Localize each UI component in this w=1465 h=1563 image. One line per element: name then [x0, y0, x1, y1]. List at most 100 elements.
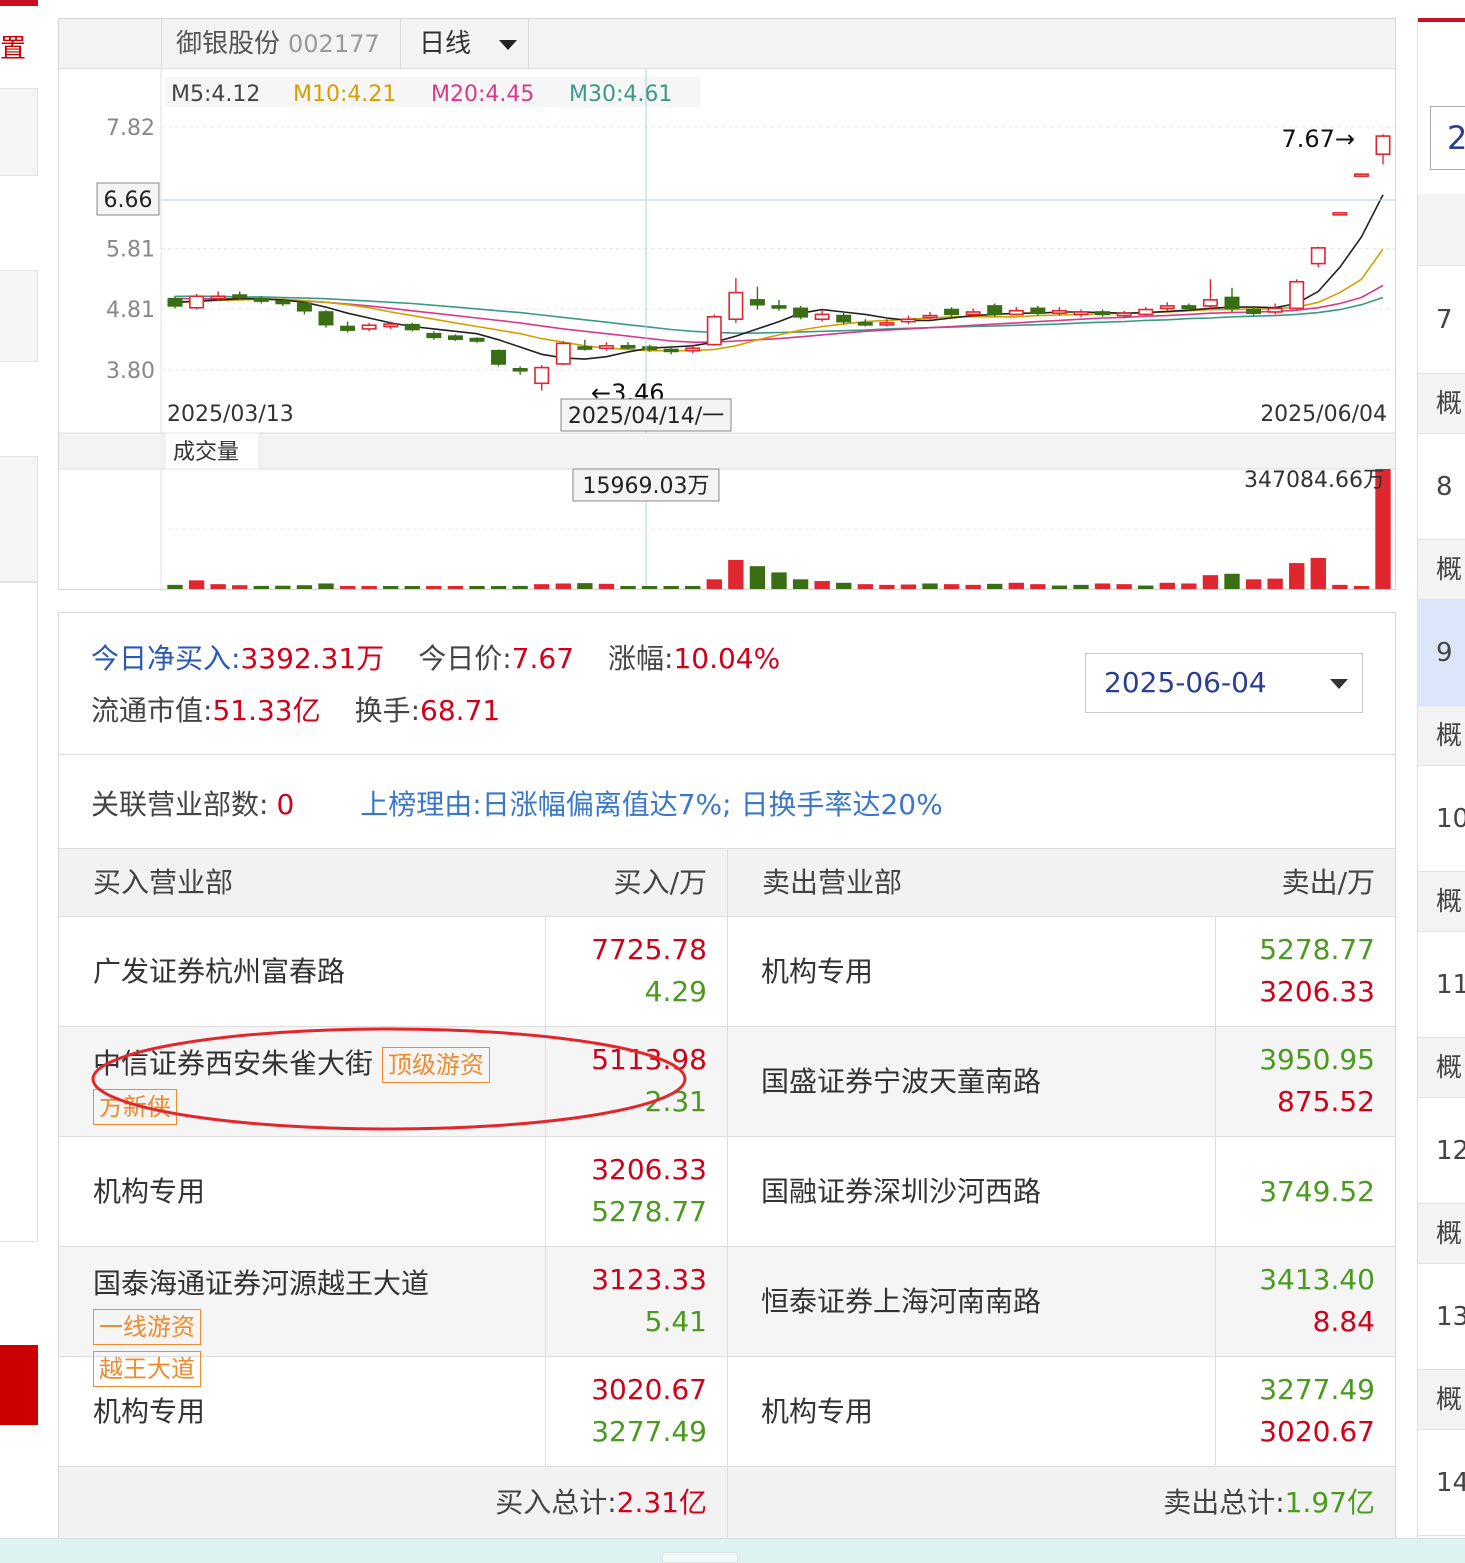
date-select-value: 2025-06-04	[1104, 666, 1267, 699]
turnover-value: 68.71	[420, 694, 501, 727]
candle-body	[836, 314, 852, 323]
volume-bar	[1094, 583, 1111, 589]
candle-body	[1030, 307, 1046, 314]
buy-branch-name[interactable]: 国泰海通证券河源越王大道	[93, 1267, 429, 1300]
buy-branch-cell[interactable]: 机构专用	[59, 1357, 545, 1467]
sell-amount-header: 卖出/万	[1281, 866, 1375, 899]
candle-body	[1246, 308, 1262, 314]
sell-amount-top: 5278.77	[1259, 933, 1375, 966]
candle-body	[1095, 311, 1111, 316]
sell-branch-cell[interactable]: 机构专用	[727, 917, 1215, 1027]
sell-total-value: 1.97亿	[1284, 1486, 1375, 1519]
buy-header-row: 买入营业部 买入/万	[59, 849, 727, 917]
sell-branch-name[interactable]: 国融证券深圳沙河西路	[761, 1175, 1041, 1208]
candle-body	[275, 300, 291, 305]
right-page-input[interactable]: 2	[1430, 106, 1465, 170]
candle-body	[167, 297, 183, 307]
volume-bar	[598, 583, 615, 589]
sell-branch-header: 卖出营业部	[762, 866, 903, 899]
left-nav-item[interactable]	[0, 88, 38, 176]
volume-bar	[965, 584, 981, 589]
candle-body	[749, 299, 765, 306]
buy-amount-cell: 7725.78 4.29	[545, 917, 707, 1027]
volume-title: 成交量	[173, 440, 239, 465]
right-nav-item[interactable]: 概	[1418, 540, 1465, 600]
buy-branch-cell[interactable]: 机构专用	[59, 1137, 545, 1247]
volume-bar	[469, 586, 485, 589]
candle-body	[642, 346, 658, 351]
sell-branch-name[interactable]: 机构专用	[761, 1395, 873, 1428]
candle-body	[1051, 309, 1067, 314]
table-row[interactable]: 机构专用 3206.33 5278.77 国融证券深圳沙河西路 3749.52	[59, 1137, 1395, 1247]
table-row[interactable]: 机构专用 3020.67 3277.49 机构专用 3277.49 3020.67	[59, 1357, 1395, 1467]
candle-body	[1202, 299, 1218, 307]
volume-bar	[1267, 578, 1283, 589]
sell-branch-cell[interactable]: 机构专用	[727, 1357, 1215, 1467]
y-tick-label: 7.82	[106, 116, 155, 141]
volume-bar	[922, 583, 938, 589]
sell-branch-name[interactable]: 机构专用	[761, 955, 873, 988]
left-nav-item[interactable]	[0, 456, 38, 582]
right-nav-item[interactable]: 8	[1418, 434, 1465, 540]
candle-body	[555, 342, 571, 365]
sell-branch-cell[interactable]: 国融证券深圳沙河西路	[727, 1137, 1215, 1247]
candle-body	[1008, 309, 1024, 316]
branch-tag: 一线游资	[93, 1309, 201, 1345]
volume-bar	[943, 584, 960, 589]
volume-bar	[1310, 557, 1326, 589]
volume-bar	[404, 586, 420, 589]
right-nav-item[interactable]: 概	[1418, 1370, 1465, 1430]
right-nav-item[interactable]: 7	[1418, 266, 1465, 374]
volume-max-label: 347084.66万	[1244, 468, 1385, 493]
volume-bar	[426, 586, 442, 589]
right-nav-item[interactable]: 10	[1418, 766, 1465, 872]
right-nav-item[interactable]: 13	[1418, 1264, 1465, 1370]
buy-branch-cell[interactable]: 国泰海通证券河源越王大道 一线游资 越王大道	[59, 1247, 545, 1387]
table-row[interactable]: 国泰海通证券河源越王大道 一线游资 越王大道 3123.33 5.41 恒泰证券上海河南…	[59, 1247, 1395, 1387]
left-nav-item[interactable]	[0, 270, 38, 362]
volume-bar	[534, 584, 550, 589]
candle-body	[340, 325, 356, 331]
sell-branch-name[interactable]: 国盛证券宁波天童南路	[761, 1065, 1041, 1098]
right-nav-item[interactable]: 概	[1418, 1204, 1465, 1264]
candle-body	[1267, 307, 1283, 313]
right-nav-item[interactable]: 9	[1418, 600, 1465, 706]
bottom-drag-handle[interactable]	[662, 1552, 738, 1563]
buy-branch-cell[interactable]: 广发证券杭州富春路	[59, 917, 545, 1027]
candle-body	[987, 305, 1003, 316]
table-row[interactable]: 广发证券杭州富春路 7725.78 4.29 机构专用 5278.77 3206.33	[59, 917, 1395, 1027]
candle-body	[685, 347, 701, 352]
sell-branch-name[interactable]: 恒泰证券上海河南南路	[761, 1285, 1041, 1318]
sell-branch-cell[interactable]: 国盛证券宁波天童南路	[727, 1027, 1215, 1137]
left-nav-label[interactable]: 置	[0, 28, 26, 65]
right-nav-item[interactable]: 14	[1418, 1430, 1465, 1536]
volume-bar	[900, 584, 917, 589]
right-nav-item[interactable]	[1418, 194, 1465, 266]
buy-branch-name[interactable]: 机构专用	[93, 1395, 205, 1428]
volume-bar	[232, 585, 248, 589]
candle-body	[232, 294, 248, 299]
left-red-button[interactable]	[0, 1345, 38, 1425]
volume-bar	[447, 586, 464, 589]
sell-branch-cell[interactable]: 恒泰证券上海河南南路	[727, 1247, 1215, 1357]
volume-bar	[1245, 579, 1262, 589]
buy-amount-cell: 3020.67 3277.49	[545, 1357, 707, 1467]
buy-amount-top: 3206.33	[591, 1153, 707, 1186]
right-nav-item[interactable]: 11	[1418, 932, 1465, 1038]
candle-body	[534, 366, 550, 385]
ma-legend-item: M20:4.45	[431, 82, 534, 107]
right-nav-item[interactable]: 概	[1418, 872, 1465, 932]
buy-amount-bottom: 3277.49	[591, 1415, 707, 1448]
kline-chart[interactable]: 7.82 5.81 4.81 3.80 M5:4.12 M10:4.21 M20:4.45 M…	[59, 19, 1396, 590]
y-tick-label: 5.81	[106, 238, 155, 263]
date-select[interactable]: 2025-06-04	[1085, 653, 1363, 713]
right-nav-item[interactable]: 12	[1418, 1098, 1465, 1204]
buy-branch-name[interactable]: 广发证券杭州富春路	[93, 955, 345, 988]
right-nav-item[interactable]: 概	[1418, 374, 1465, 434]
candle-body	[706, 316, 722, 346]
right-nav-item[interactable]: 概	[1418, 706, 1465, 766]
buy-branch-name[interactable]: 机构专用	[93, 1175, 205, 1208]
date-start-label: 2025/03/13	[167, 402, 294, 427]
right-nav-item[interactable]: 概	[1418, 1038, 1465, 1098]
volume-bar	[188, 580, 205, 589]
